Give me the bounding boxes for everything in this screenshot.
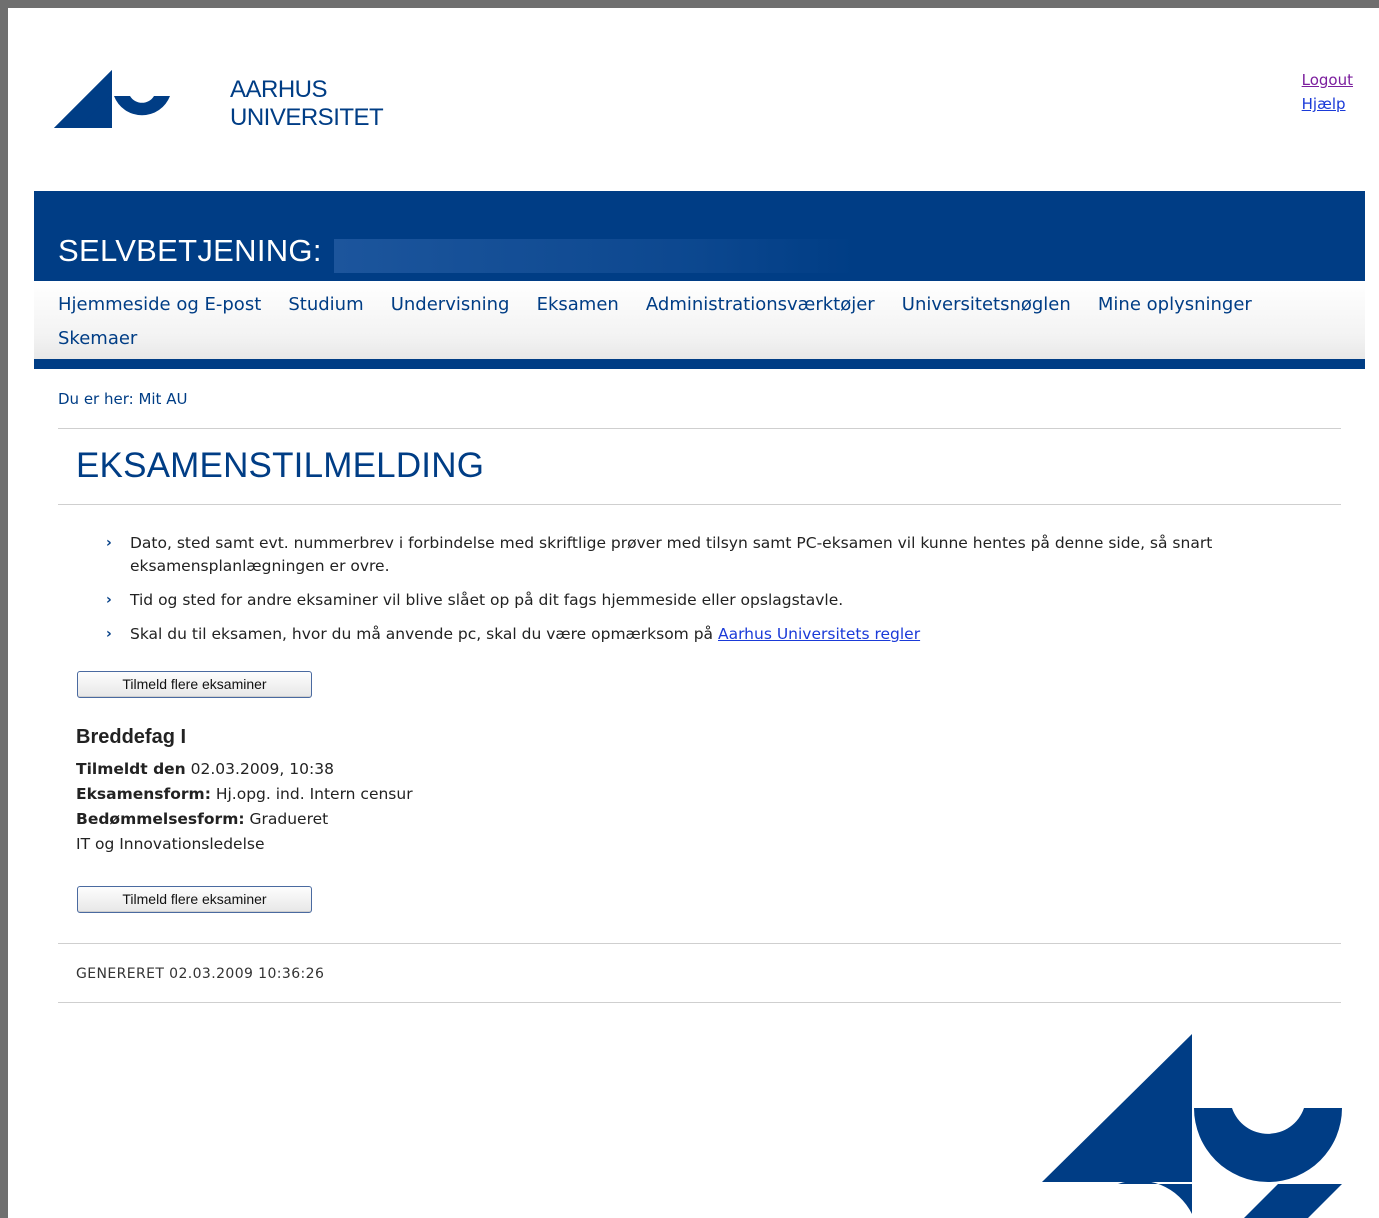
banner-title: SELVBETJENING: — [58, 233, 322, 268]
divider — [58, 1002, 1341, 1003]
nav-item-skemaer[interactable]: Skemaer — [58, 327, 137, 351]
list-item: › Dato, sted samt evt. nummerbrev i forb… — [104, 532, 1309, 578]
course-subject: IT og Innovationsledelse — [76, 835, 265, 853]
chevron-right-icon: › — [106, 535, 112, 551]
logo-text: AARHUS UNIVERSITET — [230, 76, 384, 132]
list-item: › Tid og sted for andre eksaminer vil bl… — [104, 589, 1309, 612]
nav-item-mine-oplysninger[interactable]: Mine oplysninger — [1098, 293, 1252, 317]
nav-item-hjemmeside[interactable]: Hjemmeside og E-post — [58, 293, 261, 317]
nav-item-administration[interactable]: Administrationsværktøjer — [646, 293, 875, 317]
course-block: Breddefag I Tilmeldt den 02.03.2009, 10:… — [76, 726, 413, 857]
nav-item-undervisning[interactable]: Undervisning — [391, 293, 510, 317]
generated-timestamp: GENERERET 02.03.2009 10:36:26 — [76, 966, 325, 982]
course-grading: Bedømmelsesform: Gradueret — [76, 807, 413, 832]
course-title: Breddefag I — [76, 726, 187, 748]
nav-item-universitetsnoeglen[interactable]: Universitetsnøglen — [902, 293, 1071, 317]
chevron-right-icon: › — [106, 626, 112, 642]
logout-link[interactable]: Logout — [1302, 68, 1353, 92]
field-value: Gradueret — [249, 810, 329, 828]
help-link[interactable]: Hjælp — [1302, 92, 1353, 116]
page-title: EKSAMENSTILMELDING — [76, 446, 485, 485]
info-text: Skal du til eksamen, hvor du må anvende … — [130, 625, 718, 643]
info-text: Dato, sted samt evt. nummerbrev i forbin… — [130, 534, 1213, 575]
logo-text-line2: UNIVERSITET — [230, 104, 384, 131]
nav-item-eksamen[interactable]: Eksamen — [537, 293, 619, 317]
au-watermark-logo-icon — [1042, 1034, 1342, 1218]
divider — [58, 428, 1341, 429]
info-list: › Dato, sted samt evt. nummerbrev i forb… — [104, 532, 1309, 657]
field-label: Bedømmelsesform: — [76, 810, 245, 828]
top-links: Logout Hjælp — [1302, 68, 1353, 116]
browser-page: AARHUS UNIVERSITET Logout Hjælp SELVBETJ… — [8, 8, 1379, 1218]
list-item: › Skal du til eksamen, hvor du må anvend… — [104, 623, 1309, 646]
field-value: 02.03.2009, 10:38 — [190, 760, 334, 778]
course-exam-form: Eksamensform: Hj.opg. ind. Intern censur — [76, 782, 413, 807]
register-more-exams-button-bottom[interactable]: Tilmeld flere eksaminer — [77, 886, 312, 913]
au-logo: AARHUS UNIVERSITET — [54, 68, 384, 138]
main-nav: Hjemmeside og E-post Studium Undervisnin… — [34, 281, 1365, 369]
logo-text-line1: AARHUS — [230, 76, 328, 103]
field-label: Eksamensform: — [76, 785, 211, 803]
banner-glow — [334, 239, 854, 273]
au-logo-icon — [54, 70, 170, 128]
chevron-right-icon: › — [106, 592, 112, 608]
info-text: Tid og sted for andre eksaminer vil bliv… — [130, 591, 844, 609]
nav-item-studium[interactable]: Studium — [288, 293, 363, 317]
selvbetjening-banner: SELVBETJENING: — [34, 191, 1365, 281]
register-more-exams-button[interactable]: Tilmeld flere eksaminer — [77, 671, 312, 698]
page-content: AARHUS UNIVERSITET Logout Hjælp SELVBETJ… — [22, 22, 1379, 1218]
rules-link[interactable]: Aarhus Universitets regler — [718, 625, 920, 643]
divider — [58, 943, 1341, 944]
divider — [58, 504, 1341, 505]
field-label: Tilmeldt den — [76, 760, 186, 778]
course-registered: Tilmeldt den 02.03.2009, 10:38 — [76, 757, 413, 782]
field-value: Hj.opg. ind. Intern censur — [215, 785, 413, 803]
breadcrumb: Du er her: Mit AU — [58, 390, 188, 408]
